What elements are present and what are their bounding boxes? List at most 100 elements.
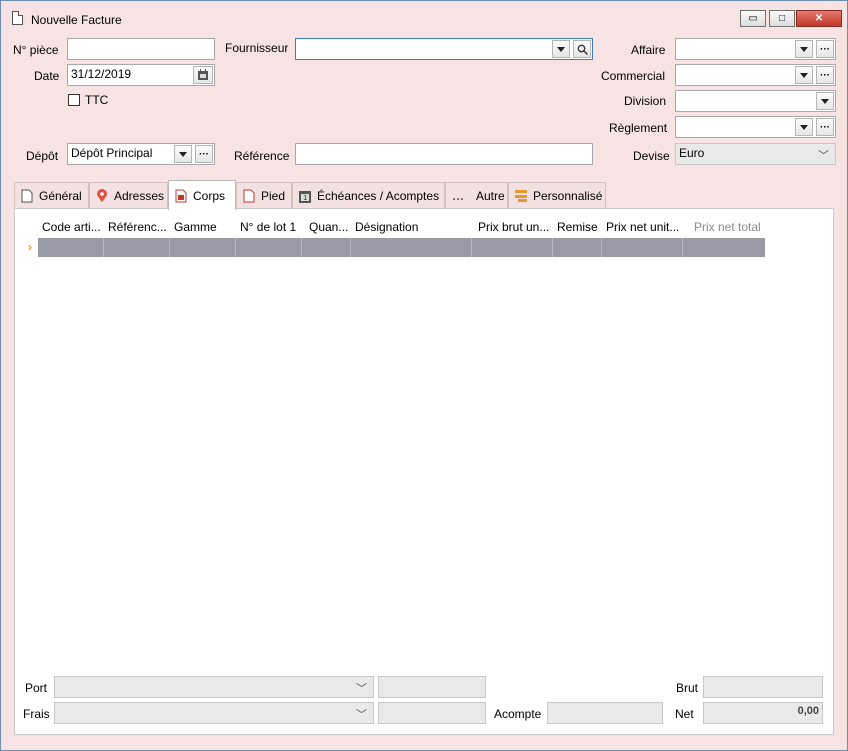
table-row[interactable] [38, 238, 765, 257]
ellipsis-icon: ··· [820, 43, 830, 55]
fournisseur-search-button[interactable] [573, 40, 591, 58]
document-icon [243, 189, 255, 203]
maximize-button[interactable]: □ [769, 10, 795, 27]
chevron-down-icon [557, 46, 565, 52]
calendar-icon: 1 [299, 191, 311, 203]
column-header[interactable]: Prix net total [690, 220, 765, 238]
chevron-down-icon: ﹀ [356, 709, 367, 721]
net-label: Net [675, 707, 694, 721]
frais-amount-input[interactable] [378, 702, 486, 724]
table-cell[interactable] [38, 238, 104, 257]
document-icon [12, 11, 23, 25]
affaire-dropdown-button[interactable] [795, 40, 813, 58]
tab-label: Autre [476, 189, 505, 203]
devise-select[interactable]: Euro ﹀ [675, 143, 836, 165]
date-value: 31/12/2019 [71, 67, 132, 81]
tab-label: Corps [193, 188, 226, 203]
port-label: Port [25, 681, 48, 695]
title-bar[interactable]: Nouvelle Facture ▭ □ ✕ [1, 1, 847, 33]
maximize-icon: □ [778, 13, 786, 24]
frais-select[interactable]: ﹀ [54, 702, 374, 724]
port-amount-input[interactable] [378, 676, 486, 698]
reglement-dropdown-button[interactable] [795, 118, 813, 136]
depot-dropdown-button[interactable] [174, 145, 192, 163]
tab-echeances[interactable]: 1 Échéances / Acomptes [292, 182, 445, 209]
search-icon [577, 44, 588, 55]
custom-fields-icon [515, 190, 527, 202]
minimize-icon: ▭ [748, 13, 758, 24]
table-cell[interactable] [602, 238, 683, 257]
net-value-field: 0,00 [703, 702, 823, 724]
ellipsis-icon: ··· [199, 148, 209, 160]
row-indicator-icon: › [28, 240, 32, 254]
minimize-button[interactable]: ▭ [740, 10, 766, 27]
affaire-more-button[interactable]: ··· [816, 40, 834, 58]
division-select[interactable] [675, 90, 836, 112]
table-cell[interactable] [170, 238, 236, 257]
table-cell[interactable] [302, 238, 351, 257]
fournisseur-dropdown-button[interactable] [552, 40, 570, 58]
column-header[interactable]: Remise [553, 220, 602, 238]
fournisseur-input[interactable] [295, 38, 593, 60]
commercial-more-button[interactable]: ··· [816, 66, 834, 84]
tab-adresses[interactable]: Adresses [89, 182, 168, 209]
column-header[interactable]: Désignation [351, 220, 472, 238]
acompte-label: Acompte [494, 707, 542, 721]
num-piece-label: N° pièce [13, 43, 59, 57]
reglement-select[interactable]: ··· [675, 116, 836, 138]
column-header[interactable]: N° de lot 1 [236, 220, 302, 238]
tab-corps[interactable]: Corps [168, 180, 236, 210]
port-select[interactable]: ﹀ [54, 676, 374, 698]
reglement-label: Règlement [609, 121, 668, 135]
column-header[interactable]: Code arti... [38, 220, 104, 238]
column-header[interactable]: Prix net unit... [602, 220, 683, 238]
close-button[interactable]: ✕ [796, 10, 842, 27]
tab-autre[interactable]: … Autre [445, 182, 508, 209]
reference-input[interactable] [295, 143, 593, 165]
commercial-label: Commercial [601, 69, 666, 83]
tab-label: Adresses [114, 189, 165, 203]
frais-label: Frais [23, 707, 50, 721]
date-input[interactable]: 31/12/2019 [67, 64, 215, 86]
tab-personnalise[interactable]: Personnalisé [508, 182, 606, 209]
fournisseur-label: Fournisseur [225, 41, 289, 55]
commercial-dropdown-button[interactable] [795, 66, 813, 84]
column-header[interactable]: Quan... [305, 220, 351, 238]
table-cell[interactable] [351, 238, 472, 257]
chevron-down-icon [800, 46, 808, 52]
calendar-button[interactable] [193, 66, 213, 84]
table-cell[interactable] [553, 238, 602, 257]
document-red-icon [175, 189, 187, 202]
table-cell[interactable] [472, 238, 553, 257]
column-header[interactable]: Gamme [170, 220, 236, 238]
devise-label: Devise [633, 149, 670, 163]
depot-more-button[interactable]: ··· [195, 145, 213, 163]
reglement-more-button[interactable]: ··· [816, 118, 834, 136]
window-title: Nouvelle Facture [31, 13, 122, 27]
depot-label: Dépôt [26, 149, 59, 163]
chevron-down-icon [800, 72, 808, 78]
chevron-down-icon [800, 124, 808, 130]
affaire-label: Affaire [631, 43, 666, 57]
column-header[interactable]: Référenc... [104, 220, 170, 238]
column-header[interactable]: Prix brut un... [474, 220, 555, 238]
num-piece-input[interactable] [67, 38, 215, 60]
commercial-select[interactable]: ··· [675, 64, 836, 86]
calendar-icon [198, 69, 208, 80]
table-cell[interactable] [683, 238, 765, 257]
svg-text:1: 1 [303, 194, 307, 202]
close-icon: ✕ [814, 13, 824, 24]
document-icon [21, 189, 33, 203]
division-dropdown-button[interactable] [816, 92, 834, 110]
tab-general[interactable]: Général [14, 182, 89, 209]
depot-value: Dépôt Principal [71, 146, 153, 160]
ttc-checkbox[interactable] [68, 94, 80, 106]
depot-select[interactable]: Dépôt Principal ··· [67, 143, 215, 165]
tab-pied[interactable]: Pied [236, 182, 292, 209]
tab-label: Personnalisé [533, 189, 603, 203]
table-cell[interactable] [104, 238, 170, 257]
affaire-select[interactable]: ··· [675, 38, 836, 60]
table-cell[interactable] [236, 238, 302, 257]
acompte-input[interactable] [547, 702, 663, 724]
reference-label: Référence [234, 149, 290, 163]
